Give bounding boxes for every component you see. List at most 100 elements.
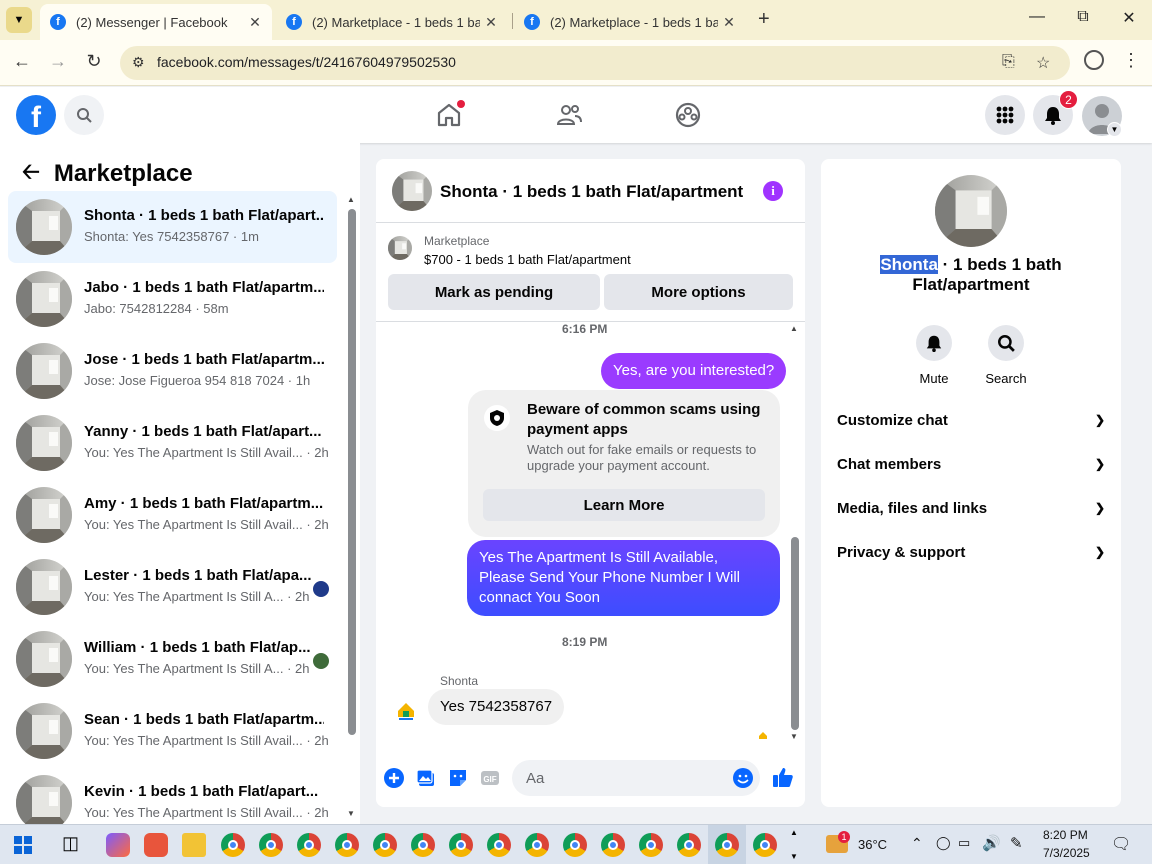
pen-icon[interactable]: ✎ [1010,834,1023,852]
conversation-item[interactable]: Kevin · 1 beds 1 bath Flat/apart... You: … [8,767,337,824]
chrome-window-icon[interactable] [259,833,283,857]
mute-button[interactable]: Mute [904,325,964,386]
outgoing-message[interactable]: Yes, are you interested? [601,353,787,389]
learn-more-button[interactable]: Learn More [483,489,765,521]
taskbar-scroll-up-icon[interactable]: ▲ [790,828,798,837]
chrome-window-icon[interactable] [753,833,777,857]
sticker-icon[interactable] [447,767,469,789]
tab-messenger[interactable]: f (2) Messenger | Facebook ✕ [40,4,272,40]
scroll-down-arrow-icon[interactable]: ▼ [347,809,355,818]
browser-menu-icon[interactable]: ⋮ [1122,50,1140,71]
tray-chevron-up-icon[interactable]: ⌃ [911,835,923,852]
facebook-search-button[interactable] [64,95,104,135]
outgoing-message[interactable]: Yes The Apartment Is Still Available, Pl… [467,540,780,616]
conversation-item[interactable]: Jabo · 1 beds 1 bath Flat/apartm... Jabo:… [8,263,337,335]
tab-marketplace-1[interactable]: f (2) Marketplace - 1 beds 1 bath ✕ [276,4,508,40]
facebook-logo-icon[interactable]: f [16,95,56,135]
conversation-item[interactable]: Lester · 1 beds 1 bath Flat/apa... You: Y… [8,551,337,623]
chrome-window-icon[interactable] [601,833,625,857]
site-info-icon[interactable]: ⚙ [132,54,145,71]
chrome-window-icon[interactable] [487,833,511,857]
chrome-window-icon[interactable] [563,833,587,857]
scroll-up-arrow-icon[interactable]: ▲ [790,324,798,333]
chat-title[interactable]: Shonta · 1 beds 1 bath Flat/apartment [440,182,743,202]
listing-thumbnail[interactable] [388,236,412,260]
account-chevron-icon[interactable]: ▼ [1107,122,1122,137]
url-text[interactable]: facebook.com/messages/t/2416760497950253… [157,54,456,70]
sender-avatar[interactable] [392,695,420,723]
emoji-icon[interactable] [732,767,754,789]
chrome-window-icon[interactable] [373,833,397,857]
chrome-window-icon[interactable] [677,833,701,857]
browser-profile-icon[interactable] [1084,50,1104,70]
back-arrow-icon[interactable]: ← [10,51,34,72]
conversation-avatar[interactable] [935,175,1007,247]
chrome-window-icon[interactable] [335,833,359,857]
tab-marketplace-2[interactable]: f (2) Marketplace - 1 beds 1 bath ✕ [514,4,746,40]
temperature[interactable]: 36°C [858,837,887,852]
restore-icon[interactable]: ⧉ [1068,8,1098,26]
chrome-window-icon[interactable] [297,833,321,857]
conversation-item[interactable]: Sean · 1 beds 1 bath Flat/apartm... You: … [8,695,337,767]
privacy-support-section[interactable]: Privacy & support ❯ [837,530,1105,574]
task-view-icon[interactable]: ◫ [62,833,79,854]
tab-close-icon[interactable]: ✕ [718,14,740,31]
omnibox[interactable]: ⚙ facebook.com/messages/t/24167604979502… [120,46,1070,80]
taskbar-scroll-down-icon[interactable]: ▼ [790,852,798,861]
back-arrow-icon[interactable]: 🡠 [22,155,40,193]
conversation-item[interactable]: Shonta · 1 beds 1 bath Flat/apart... Shon… [8,191,337,263]
thumbs-up-icon[interactable] [771,765,795,789]
tab-close-icon[interactable]: ✕ [480,14,502,31]
new-tab-button[interactable]: + [758,8,770,31]
clock-date[interactable]: 7/3/2025 [1043,846,1090,860]
file-explorer-icon[interactable] [182,833,206,857]
tab-close-icon[interactable]: ✕ [244,14,266,31]
media-files-links-section[interactable]: Media, files and links ❯ [837,486,1105,530]
groups-icon[interactable] [674,101,702,129]
forward-arrow-icon[interactable]: → [46,51,70,72]
window-close-icon[interactable]: ✕ [1114,8,1144,28]
mark-as-pending-button[interactable]: Mark as pending [388,274,600,310]
tab-search-button[interactable]: ▼ [6,7,32,33]
bookmark-star-icon[interactable]: ☆ [1036,53,1050,73]
chrome-window-icon[interactable] [221,833,245,857]
plus-circle-icon[interactable] [383,767,405,789]
conversation-item[interactable]: Jose · 1 beds 1 bath Flat/apartm... Jose:… [8,335,337,407]
scroll-up-arrow-icon[interactable]: ▲ [347,195,355,204]
minimize-icon[interactable]: — [1022,8,1052,26]
photo-icon[interactable] [415,767,437,789]
chat-avatar[interactable] [392,171,432,211]
gif-icon[interactable]: GIF [479,767,501,789]
chat-members-section[interactable]: Chat members ❯ [837,442,1105,486]
copilot-icon[interactable] [106,833,130,857]
chrome-window-icon[interactable] [449,833,473,857]
chat-scrollbar[interactable] [791,537,799,730]
notification-center-icon[interactable]: 🗨 [1111,834,1131,854]
menu-grid-button[interactable] [985,95,1025,135]
message-input[interactable] [512,760,760,796]
clock-time[interactable]: 8:20 PM [1043,828,1088,842]
incoming-message[interactable]: Yes 7542358767 [428,689,565,725]
scroll-down-arrow-icon[interactable]: ▼ [790,732,798,741]
customize-chat-section[interactable]: Customize chat ❯ [837,398,1105,442]
conversation-item[interactable]: William · 1 beds 1 bath Flat/ap... You: Y… [8,623,337,695]
install-app-icon[interactable]: ⎘ [1002,53,1015,71]
chrome-window-icon[interactable] [639,833,663,857]
friends-icon[interactable] [555,101,583,129]
tray-app-icon[interactable]: ◯ [936,835,951,851]
windows-start-icon[interactable] [14,836,32,854]
conversation-item[interactable]: Amy · 1 beds 1 bath Flat/apartm... You: Y… [8,479,337,551]
chrome-window-icon[interactable] [411,833,435,857]
chrome-window-icon[interactable] [525,833,549,857]
network-icon[interactable]: ▭ [958,835,970,851]
more-options-button[interactable]: More options [604,274,793,310]
volume-icon[interactable]: 🔊 [982,834,1001,852]
chrome-window-icon[interactable] [715,833,739,857]
conversation-item[interactable]: Yanny · 1 beds 1 bath Flat/apart... You: … [8,407,337,479]
paint-icon[interactable] [144,833,168,857]
listing-title[interactable]: $700 - 1 beds 1 bath Flat/apartment [424,252,631,267]
info-icon[interactable]: i [763,181,783,201]
sidebar-scrollbar[interactable] [348,209,356,735]
search-in-conversation-button[interactable]: Search [976,325,1036,386]
reload-icon[interactable]: ↻ [82,51,106,72]
